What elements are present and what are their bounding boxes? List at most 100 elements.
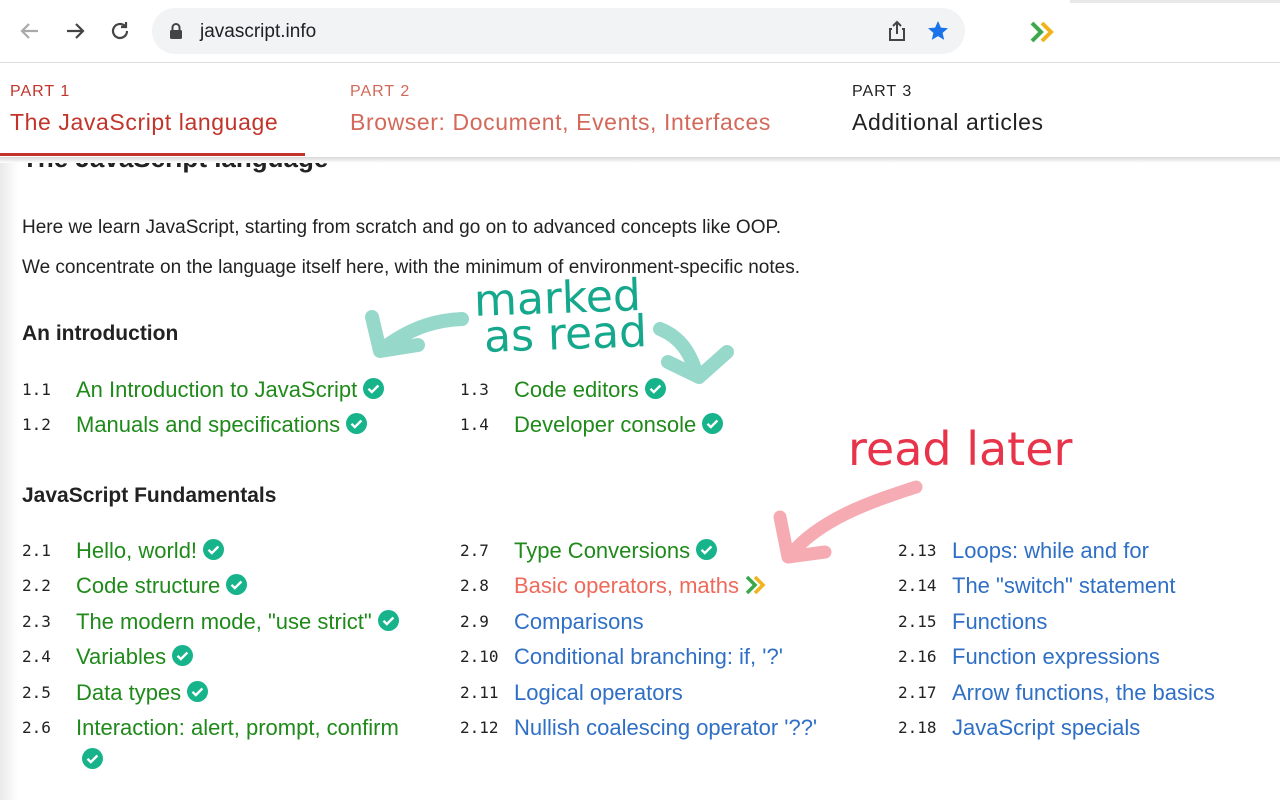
tabstrip-edge [1070,0,1280,3]
article-link[interactable]: Code structure [76,573,220,598]
item-number: 2.1 [22,541,51,560]
item-number: 2.12 [460,718,499,737]
section-heading-introduction: An introduction [22,322,179,345]
article-link[interactable]: The "switch" statement [952,573,1175,599]
list-item: 2.9 Comparisons [460,609,644,635]
part-1-label: PART 1 [10,83,71,100]
share-icon[interactable] [887,20,907,47]
article-link[interactable]: JavaScript specials [952,715,1140,741]
site-parts-nav: PART 1 The JavaScript language PART 2 Br… [0,63,1280,157]
left-edge-shadow [0,157,18,800]
article-link[interactable]: Manuals and specifications [76,412,340,437]
check-circle-icon [644,378,666,404]
list-item: 1.4 Developer console [460,412,724,439]
part-1-title[interactable]: The JavaScript language [10,109,278,136]
item-number: 2.17 [898,683,937,702]
part-3-title[interactable]: Additional articles [852,109,1044,136]
double-chevron-icon [745,575,767,600]
part-3-label: PART 3 [852,83,913,100]
list-item: 2.14 The "switch" statement [898,573,1175,599]
list-item: 2.3 The modern mode, "use strict" [22,609,399,636]
check-circle-icon [172,645,194,671]
intro-paragraph-1: Here we learn JavaScript, starting from … [22,217,781,238]
nav-shadow [0,157,1280,163]
extension-double-chevron-icon[interactable] [1030,21,1056,48]
article-link[interactable]: Code editors [514,377,639,402]
list-item: 2.7 Type Conversions [460,538,718,565]
article-link[interactable]: Nullish coalescing operator '??' [514,715,817,741]
article-link[interactable]: Variables [76,644,166,669]
check-circle-icon [702,413,724,439]
article-link[interactable]: Hello, world! [76,538,197,563]
list-item: 2.12 Nullish coalescing operator '??' [460,715,817,741]
article-link[interactable]: Basic operators, maths [514,573,739,598]
list-item: 2.17 Arrow functions, the basics [898,680,1215,706]
check-circle-icon [203,539,225,565]
item-number: 2.18 [898,718,937,737]
article-link[interactable]: Interaction: alert, prompt, confirm [76,715,399,741]
list-item: 2.18 JavaScript specials [898,715,1140,741]
arrow-red-icon [773,480,923,564]
url-text: javascript.info [200,21,317,42]
forward-button[interactable] [60,16,90,46]
arrow-right-icon [67,23,85,39]
item-number: 2.4 [22,647,51,666]
bookmark-star-icon[interactable] [926,19,950,48]
article-link[interactable]: Type Conversions [514,538,690,563]
list-item: 2.15 Functions [898,609,1047,635]
item-number: 2.6 [22,718,51,737]
reload-button[interactable] [105,16,135,46]
item-number: 1.4 [460,415,489,434]
section-heading-fundamentals: JavaScript Fundamentals [22,484,277,507]
lock-icon [169,22,183,45]
tab-part-3[interactable]: PART 3 Additional articles [852,83,1044,136]
article-link[interactable]: Function expressions [952,644,1160,670]
article-link[interactable]: Data types [76,680,181,705]
check-circle-icon [363,378,385,404]
article-link[interactable]: Conditional branching: if, '?' [514,644,783,670]
list-item: 2.2 Code structure [22,573,248,600]
item-number: 2.9 [460,612,489,631]
item-number: 2.11 [460,683,499,702]
item-number: 2.16 [898,647,937,666]
back-button[interactable] [15,16,45,46]
check-circle-icon [187,681,209,707]
article-link[interactable]: Loops: while and for [952,538,1149,564]
annotation-read-later: read later [848,422,1073,476]
item-number: 2.8 [460,576,489,595]
article-content: The JavaScript language Here we learn Ja… [0,157,1280,800]
article-link[interactable]: Logical operators [514,680,683,706]
part-2-label: PART 2 [350,83,411,100]
list-item: 2.13 Loops: while and for [898,538,1149,564]
check-circle-icon [226,574,248,600]
list-item: 1.1 An Introduction to JavaScript [22,377,385,404]
article-link[interactable]: Arrow functions, the basics [952,680,1215,706]
address-bar[interactable]: javascript.info [152,8,965,54]
item-number: 1.1 [22,380,51,399]
item-number: 2.2 [22,576,51,595]
arrow-left-teal-icon [365,310,469,358]
list-item: 2.4 Variables [22,644,194,671]
article-link[interactable]: Developer console [514,412,696,437]
check-circle-icon [696,539,718,565]
article-link[interactable]: The modern mode, "use strict" [76,609,372,634]
list-item: 2.5 Data types [22,680,209,707]
tab-part-1[interactable]: PART 1 The JavaScript language [10,83,278,136]
item-number: 2.5 [22,683,51,702]
list-item: 1.2 Manuals and specifications [22,412,368,439]
item-number: 2.10 [460,647,499,666]
arrow-right-teal-icon [653,322,734,384]
tab-part-2[interactable]: PART 2 Browser: Document, Events, Interf… [350,83,771,136]
list-item: 2.8 Basic operators, maths [460,573,767,600]
article-link[interactable]: An Introduction to JavaScript [76,377,357,402]
item-number: 2.13 [898,541,937,560]
annotation-as-read: as read [483,306,648,363]
article-link[interactable]: Comparisons [514,609,644,635]
item-number: 1.3 [460,380,489,399]
article-link[interactable]: Functions [952,609,1047,635]
arrow-left-icon [20,23,38,39]
check-circle-icon [377,610,399,636]
part-2-title[interactable]: Browser: Document, Events, Interfaces [350,109,771,136]
list-item: 2.11 Logical operators [460,680,683,706]
check-circle-icon [82,748,103,774]
